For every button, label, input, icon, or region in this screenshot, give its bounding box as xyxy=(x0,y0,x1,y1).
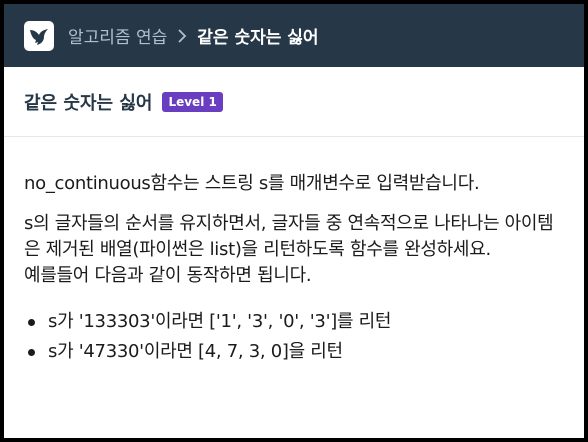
description-paragraph: s의 글자들의 순서를 유지하면서, 글자들 중 연속적으로 나타나는 아이템은… xyxy=(24,213,554,260)
breadcrumb-parent[interactable]: 알고리즘 연습 xyxy=(68,23,167,48)
bullet-icon xyxy=(28,319,35,326)
list-item: s가 '133303'이라면 ['1', '3', '0', '3']를 리턴 xyxy=(24,309,564,335)
problem-title: 같은 숫자는 싫어 xyxy=(24,92,153,114)
example-text: s가 '133303'이라면 ['1', '3', '0', '3']를 리턴 xyxy=(48,311,392,332)
chevron-right-icon xyxy=(177,28,187,44)
list-item: s가 '47330'이라면 [4, 7, 3, 0]을 리턴 xyxy=(24,339,564,365)
bullet-icon xyxy=(28,349,35,356)
breadcrumb-current: 같은 숫자는 싫어 xyxy=(197,28,319,48)
description-paragraph: 예를들어 다음과 같이 동작하면 됩니다. xyxy=(24,265,312,286)
problem-header: 같은 숫자는 싫어 Level 1 xyxy=(4,67,584,137)
top-navbar: 알고리즘 연습 같은 숫자는 싫어 xyxy=(4,4,584,67)
example-list: s가 '133303'이라면 ['1', '3', '0', '3']를 리턴 … xyxy=(24,309,564,365)
bird-logo-icon[interactable] xyxy=(24,20,54,51)
description-paragraph: no_continuous함수는 스트링 s를 매개변수로 입력받습니다. xyxy=(24,173,480,194)
problem-description: no_continuous함수는 스트링 s를 매개변수로 입력받습니다. s의… xyxy=(4,137,584,365)
app-frame: 알고리즘 연습 같은 숫자는 싫어 같은 숫자는 싫어 Level 1 no_c… xyxy=(4,4,584,438)
example-text: s가 '47330'이라면 [4, 7, 3, 0]을 리턴 xyxy=(48,341,343,362)
level-badge: Level 1 xyxy=(162,91,223,112)
